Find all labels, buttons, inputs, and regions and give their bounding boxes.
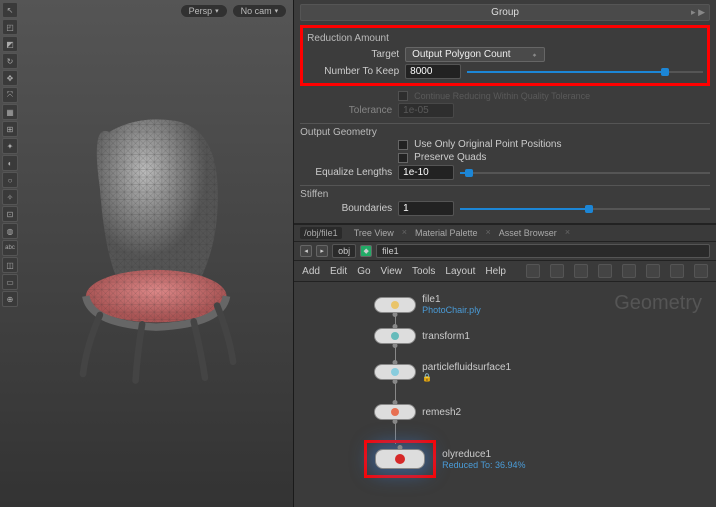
vp-tool-icon[interactable]: ✥	[2, 70, 18, 86]
number-to-keep-input[interactable]: 8000	[405, 64, 461, 79]
node-transform1[interactable]: transform1	[374, 328, 470, 344]
viewport-toolbar: ↖ ◰ ◩ ↻ ✥ ⤧ ▦ ⊞ ✦ ◐ ○ ✧ ⊡ ◍ abc ◫ ▭ ⊕	[2, 2, 18, 307]
group-arrow-icon: ▸ ▶	[691, 7, 705, 18]
vp-tool-icon[interactable]: ⊕	[2, 291, 18, 307]
node-polyreduce1[interactable]: olyreduce1 Reduced To: 36.94%	[364, 440, 525, 478]
persp-dropdown[interactable]: Persp	[180, 4, 228, 18]
path-context[interactable]: obj	[332, 244, 356, 258]
path-node[interactable]: file1	[376, 244, 710, 258]
geo-type-icon: ◆	[360, 245, 372, 257]
toolbar-icon[interactable]	[694, 264, 708, 278]
vp-tool-icon[interactable]: ⊡	[2, 206, 18, 222]
menu-layout[interactable]: Layout	[445, 266, 475, 277]
number-slider[interactable]	[467, 66, 703, 78]
tolerance-input: 1e-05	[398, 103, 454, 118]
equalize-input[interactable]: 1e-10	[398, 165, 454, 180]
equalize-label: Equalize Lengths	[300, 167, 392, 178]
target-dropdown[interactable]: Output Polygon Count	[405, 47, 545, 62]
target-label: Target	[307, 49, 399, 60]
output-section-label: Output Geometry	[300, 123, 710, 138]
network-pane: /obj/file1 Tree View× Material Palette× …	[294, 224, 716, 507]
boundaries-slider[interactable]	[460, 203, 710, 215]
viewport-3d[interactable]: Persp No cam ↖ ◰ ◩ ↻ ✥ ⤧ ▦ ⊞ ✦ ◐ ○ ✧ ⊡ ◍…	[0, 0, 294, 507]
vp-tool-icon[interactable]: ◐	[2, 155, 18, 171]
toolbar-icon[interactable]	[622, 264, 636, 278]
menu-edit[interactable]: Edit	[330, 266, 347, 277]
toolbar-icon[interactable]	[526, 264, 540, 278]
boundaries-label: Boundaries	[300, 203, 392, 214]
vp-tool-icon[interactable]: ◫	[2, 257, 18, 273]
reduction-highlight-box: Reduction Amount Target Output Polygon C…	[300, 25, 710, 86]
vp-tool-icon[interactable]: ◍	[2, 223, 18, 239]
equalize-slider[interactable]	[460, 167, 710, 179]
tab-asset-browser[interactable]: Asset Browser	[499, 227, 557, 239]
stiffen-section-label: Stiffen	[300, 185, 710, 200]
menu-tools[interactable]: Tools	[412, 266, 435, 277]
vp-tool-icon[interactable]: ▭	[2, 274, 18, 290]
parameter-pane: Group ▸ ▶ Reduction Amount Target Output…	[294, 0, 716, 224]
toolbar-icon[interactable]	[574, 264, 588, 278]
vp-tool-icon[interactable]: abc	[2, 240, 18, 256]
menu-add[interactable]: Add	[302, 266, 320, 277]
nav-back-icon[interactable]: ◂	[300, 245, 312, 257]
orig-points-checkbox[interactable]	[398, 140, 408, 150]
orig-points-label: Use Only Original Point Positions	[414, 139, 561, 150]
toolbar-icon[interactable]	[598, 264, 612, 278]
reduction-section-label: Reduction Amount	[307, 31, 703, 46]
vp-tool-icon[interactable]: ▦	[2, 104, 18, 120]
node-particlefluidsurface1[interactable]: particlefluidsurface1 🔒	[374, 362, 511, 382]
toolbar-icon[interactable]	[646, 264, 660, 278]
vp-tool-icon[interactable]: ✦	[2, 138, 18, 154]
vp-tool-icon[interactable]: ↖	[2, 2, 18, 18]
menu-view[interactable]: View	[381, 266, 403, 277]
toolbar-icon[interactable]	[550, 264, 564, 278]
vp-tool-icon[interactable]: ⤧	[2, 87, 18, 103]
continue-checkbox[interactable]	[398, 91, 408, 101]
vp-tool-icon[interactable]: ✧	[2, 189, 18, 205]
tab-material-palette[interactable]: Material Palette	[415, 227, 478, 239]
toolbar-icon[interactable]	[670, 264, 684, 278]
nav-fwd-icon[interactable]: ▸	[316, 245, 328, 257]
vp-tool-icon[interactable]: ◩	[2, 36, 18, 52]
continue-label: Continue Reducing Within Quality Toleran…	[414, 91, 590, 101]
chair-mesh	[53, 41, 241, 467]
preserve-quads-checkbox[interactable]	[398, 153, 408, 163]
number-to-keep-label: Number To Keep	[307, 66, 399, 77]
camera-dropdown[interactable]: No cam	[232, 4, 288, 18]
network-canvas[interactable]: Geometry file1 PhotoChair.ply transfor	[294, 282, 716, 507]
tab-tree-view[interactable]: Tree View	[354, 227, 394, 239]
group-header[interactable]: Group ▸ ▶	[300, 4, 710, 21]
node-remesh2[interactable]: remesh2	[374, 404, 461, 420]
vp-tool-icon[interactable]: ◰	[2, 19, 18, 35]
vp-tool-icon[interactable]: ↻	[2, 53, 18, 69]
tolerance-label: Tolerance	[300, 105, 392, 116]
boundaries-input[interactable]: 1	[398, 201, 454, 216]
network-path-crumb[interactable]: /obj/file1	[300, 227, 342, 239]
node-file1[interactable]: file1 PhotoChair.ply	[374, 294, 481, 315]
vp-tool-icon[interactable]: ⊞	[2, 121, 18, 137]
geometry-watermark: Geometry	[614, 292, 702, 315]
vp-tool-icon[interactable]: ○	[2, 172, 18, 188]
polyreduce-highlight-box	[364, 440, 436, 478]
group-label: Group	[491, 7, 519, 18]
menu-help[interactable]: Help	[485, 266, 506, 277]
menu-go[interactable]: Go	[357, 266, 370, 277]
preserve-quads-label: Preserve Quads	[414, 152, 486, 163]
